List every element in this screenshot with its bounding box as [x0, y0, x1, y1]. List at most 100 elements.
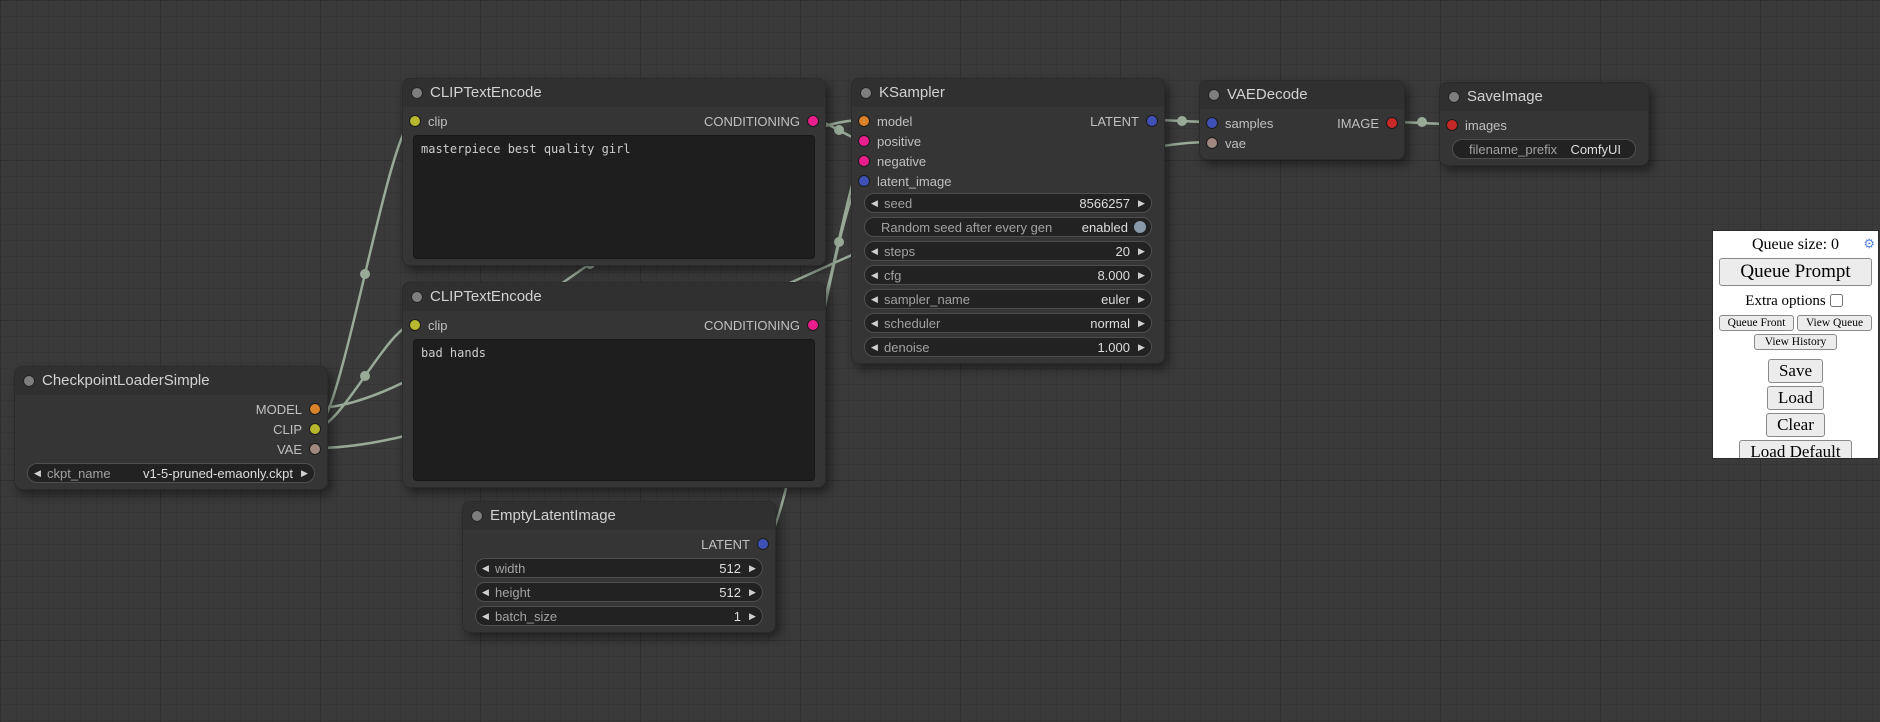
- node-title-bar[interactable]: CheckpointLoaderSimple: [15, 367, 327, 395]
- clip-input-dot[interactable]: [410, 116, 420, 126]
- latent-output-dot[interactable]: [758, 539, 768, 549]
- collapse-dot-icon[interactable]: [1449, 92, 1459, 102]
- view-history-button[interactable]: View History: [1754, 334, 1838, 350]
- extra-options-row: Extra options: [1719, 291, 1872, 310]
- decrement-arrow-icon[interactable]: ◀: [865, 270, 884, 281]
- increment-arrow-icon[interactable]: ▶: [1132, 270, 1151, 281]
- node-title-bar[interactable]: EmptyLatentImage: [463, 502, 775, 530]
- widget-value: 1.000: [1097, 340, 1130, 355]
- prev-arrow-icon[interactable]: ◀: [28, 468, 47, 479]
- increment-arrow-icon[interactable]: ▶: [1132, 342, 1151, 353]
- conditioning-output-dot[interactable]: [808, 116, 818, 126]
- increment-arrow-icon[interactable]: ▶: [1132, 198, 1151, 209]
- node-save-image[interactable]: SaveImage images filename_prefix ComfyUI: [1439, 82, 1649, 166]
- collapse-dot-icon[interactable]: [24, 376, 34, 386]
- collapse-dot-icon[interactable]: [412, 88, 422, 98]
- next-arrow-icon[interactable]: ▶: [1132, 294, 1151, 305]
- prev-arrow-icon[interactable]: ◀: [865, 318, 884, 329]
- input-slot-latent-image: latent_image: [852, 171, 1164, 191]
- latent-output-dot[interactable]: [1147, 116, 1157, 126]
- load-button[interactable]: Load: [1767, 386, 1824, 410]
- widget-label: denoise: [884, 340, 930, 355]
- load-default-button[interactable]: Load Default: [1739, 440, 1851, 459]
- link-midpoint-dot: [360, 371, 370, 381]
- collapse-dot-icon[interactable]: [861, 88, 871, 98]
- clear-button[interactable]: Clear: [1766, 413, 1825, 437]
- seed-widget[interactable]: ◀ seed 8566257 ▶: [864, 193, 1152, 213]
- decrement-arrow-icon[interactable]: ◀: [476, 563, 495, 574]
- decrement-arrow-icon[interactable]: ◀: [865, 342, 884, 353]
- widget-value: 512: [719, 561, 741, 576]
- widget-label: steps: [884, 244, 915, 259]
- node-title: SaveImage: [1467, 88, 1543, 105]
- graph-canvas[interactable]: CheckpointLoaderSimple MODEL CLIP VAE ◀ …: [0, 0, 1880, 722]
- negative-input-dot[interactable]: [859, 156, 869, 166]
- image-output-dot[interactable]: [1387, 118, 1397, 128]
- extra-options-checkbox[interactable]: [1830, 294, 1843, 307]
- width-widget[interactable]: ◀ width 512 ▶: [475, 558, 763, 578]
- denoise-widget[interactable]: ◀ denoise 1.000 ▶: [864, 337, 1152, 357]
- positive-prompt-textarea[interactable]: masterpiece best quality girl: [413, 135, 815, 259]
- clip-input-dot[interactable]: [410, 320, 420, 330]
- decrement-arrow-icon[interactable]: ◀: [865, 246, 884, 257]
- node-title-bar[interactable]: SaveImage: [1440, 83, 1648, 111]
- increment-arrow-icon[interactable]: ▶: [1132, 246, 1151, 257]
- negative-prompt-textarea[interactable]: bad hands: [413, 339, 815, 481]
- save-button[interactable]: Save: [1768, 359, 1823, 383]
- batch-size-widget[interactable]: ◀ batch_size 1 ▶: [475, 606, 763, 626]
- cfg-widget[interactable]: ◀ cfg 8.000 ▶: [864, 265, 1152, 285]
- clip-output-dot[interactable]: [310, 424, 320, 434]
- link-midpoint-dot: [1417, 117, 1427, 127]
- filename-prefix-widget[interactable]: filename_prefix ComfyUI: [1452, 139, 1636, 159]
- node-title-bar[interactable]: CLIPTextEncode: [403, 283, 825, 311]
- input-slot-vae: vae: [1200, 133, 1404, 153]
- node-clip-text-encode-negative[interactable]: CLIPTextEncode clip CONDITIONING bad han…: [402, 282, 826, 488]
- positive-input-dot[interactable]: [859, 136, 869, 146]
- widget-value: 20: [1116, 244, 1130, 259]
- latent-image-input-dot[interactable]: [859, 176, 869, 186]
- queue-front-button[interactable]: Queue Front: [1719, 315, 1794, 331]
- decrement-arrow-icon[interactable]: ◀: [476, 611, 495, 622]
- node-title-bar[interactable]: CLIPTextEncode: [403, 79, 825, 107]
- widget-label: batch_size: [495, 609, 557, 624]
- node-clip-text-encode-positive[interactable]: CLIPTextEncode clip CONDITIONING masterp…: [402, 78, 826, 266]
- output-slot-vae: VAE: [15, 439, 327, 459]
- increment-arrow-icon[interactable]: ▶: [743, 587, 762, 598]
- output-slot-model: MODEL: [15, 399, 327, 419]
- settings-gear-icon[interactable]: ⚙: [1863, 236, 1875, 252]
- node-checkpoint-loader-simple[interactable]: CheckpointLoaderSimple MODEL CLIP VAE ◀ …: [14, 366, 328, 490]
- increment-arrow-icon[interactable]: ▶: [743, 563, 762, 574]
- next-arrow-icon[interactable]: ▶: [295, 468, 314, 479]
- conditioning-output-dot[interactable]: [808, 320, 818, 330]
- collapse-dot-icon[interactable]: [412, 292, 422, 302]
- sampler-name-widget[interactable]: ◀ sampler_name euler ▶: [864, 289, 1152, 309]
- samples-input-dot[interactable]: [1207, 118, 1217, 128]
- height-widget[interactable]: ◀ height 512 ▶: [475, 582, 763, 602]
- random-seed-toggle[interactable]: Random seed after every gen enabled: [864, 217, 1152, 237]
- queue-size-label: Queue size: 0: [1752, 236, 1839, 253]
- model-output-dot[interactable]: [310, 404, 320, 414]
- next-arrow-icon[interactable]: ▶: [1132, 318, 1151, 329]
- decrement-arrow-icon[interactable]: ◀: [476, 587, 495, 598]
- images-input-dot[interactable]: [1447, 120, 1457, 130]
- queue-prompt-button[interactable]: Queue Prompt: [1719, 258, 1872, 286]
- node-empty-latent-image[interactable]: EmptyLatentImage LATENT ◀ width 512 ▶ ◀ …: [462, 501, 776, 633]
- vae-output-dot[interactable]: [310, 444, 320, 454]
- node-ksampler[interactable]: KSampler model LATENT positive negative …: [851, 78, 1165, 364]
- toggle-knob[interactable]: [1134, 221, 1146, 233]
- increment-arrow-icon[interactable]: ▶: [743, 611, 762, 622]
- ckpt-name-widget[interactable]: ◀ ckpt_name v1-5-pruned-emaonly.ckpt ▶: [27, 463, 315, 483]
- steps-widget[interactable]: ◀ steps 20 ▶: [864, 241, 1152, 261]
- slot-row-clip-conditioning: clip CONDITIONING: [403, 315, 825, 335]
- scheduler-widget[interactable]: ◀ scheduler normal ▶: [864, 313, 1152, 333]
- node-vae-decode[interactable]: VAEDecode samples IMAGE vae: [1199, 80, 1405, 160]
- model-input-dot[interactable]: [859, 116, 869, 126]
- vae-input-dot[interactable]: [1207, 138, 1217, 148]
- collapse-dot-icon[interactable]: [472, 511, 482, 521]
- decrement-arrow-icon[interactable]: ◀: [865, 198, 884, 209]
- prev-arrow-icon[interactable]: ◀: [865, 294, 884, 305]
- node-title-bar[interactable]: KSampler: [852, 79, 1164, 107]
- node-title-bar[interactable]: VAEDecode: [1200, 81, 1404, 109]
- collapse-dot-icon[interactable]: [1209, 90, 1219, 100]
- view-queue-button[interactable]: View Queue: [1797, 315, 1872, 331]
